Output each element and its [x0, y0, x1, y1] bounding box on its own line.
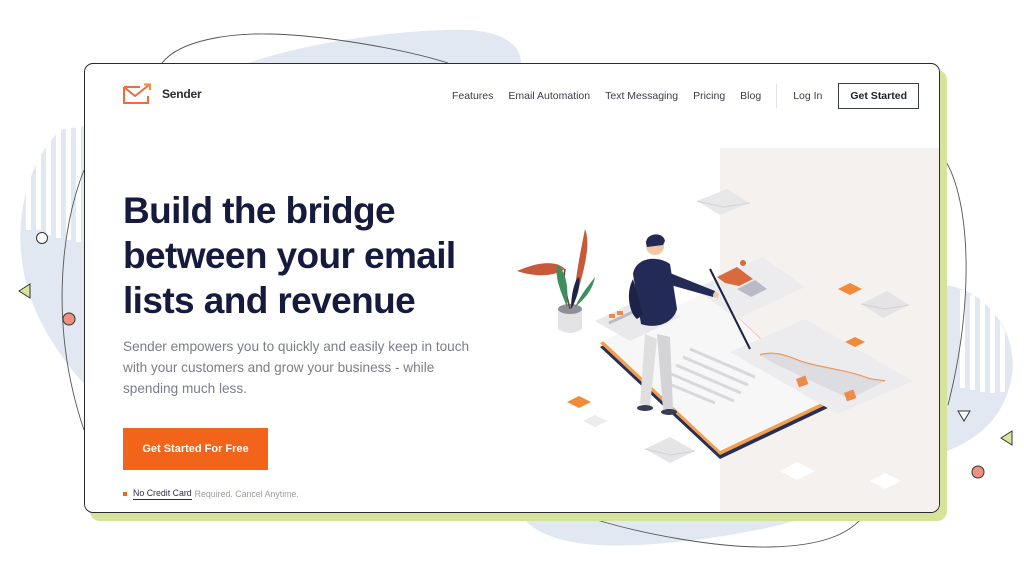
get-started-free-button[interactable]: Get Started For Free [123, 428, 268, 470]
browser-frame: Sender Features Email Automation Text Me… [84, 63, 940, 513]
coral-circle-shape-left [62, 312, 76, 326]
hero-title-line: Build the bridge [123, 190, 396, 231]
orange-tile [567, 396, 591, 408]
hero-illustration [517, 189, 913, 489]
bullet-icon [123, 492, 127, 496]
get-started-button[interactable]: Get Started [838, 83, 919, 109]
nav-link-text-messaging[interactable]: Text Messaging [605, 90, 678, 102]
sender-logo-icon [123, 83, 151, 104]
nav-link-blog[interactable]: Blog [740, 90, 761, 102]
logo[interactable]: Sender [122, 83, 202, 105]
hero-title-line: lists and revenue [123, 280, 416, 321]
grey-tile [780, 462, 815, 480]
hero-title: Build the bridge between your email list… [123, 188, 456, 323]
login-link[interactable]: Log In [793, 90, 822, 102]
orange-tile [838, 283, 862, 295]
hero-title-line: between your email [123, 235, 456, 276]
nav-link-features[interactable]: Features [452, 90, 493, 102]
plant-icon [517, 229, 595, 333]
top-navigation: Sender Features Email Automation Text Me… [85, 64, 939, 130]
envelope-icon [696, 189, 751, 215]
hollow-circle-shape [36, 232, 48, 244]
logo-text: Sender [162, 87, 202, 101]
note-text: Required. Cancel Anytime. [194, 489, 299, 499]
no-credit-card-note: No Credit Card Required. Cancel Anytime. [123, 488, 299, 500]
nav-link-email-automation[interactable]: Email Automation [508, 90, 590, 102]
envelope-icon [860, 291, 910, 318]
grey-tile [583, 415, 607, 427]
grey-tile [870, 473, 901, 489]
hero-subtitle: Sender empowers you to quickly and easil… [123, 339, 470, 396]
nav-links: Features Email Automation Text Messaging… [437, 83, 919, 109]
coral-circle-shape-right [971, 465, 985, 479]
no-credit-card-link[interactable]: No Credit Card [133, 488, 192, 500]
triangle-shape-left [18, 283, 31, 299]
nav-link-pricing[interactable]: Pricing [693, 90, 725, 102]
triangle-shape-right [1000, 430, 1013, 446]
nav-divider [776, 84, 778, 108]
envelope-icon [644, 437, 696, 463]
